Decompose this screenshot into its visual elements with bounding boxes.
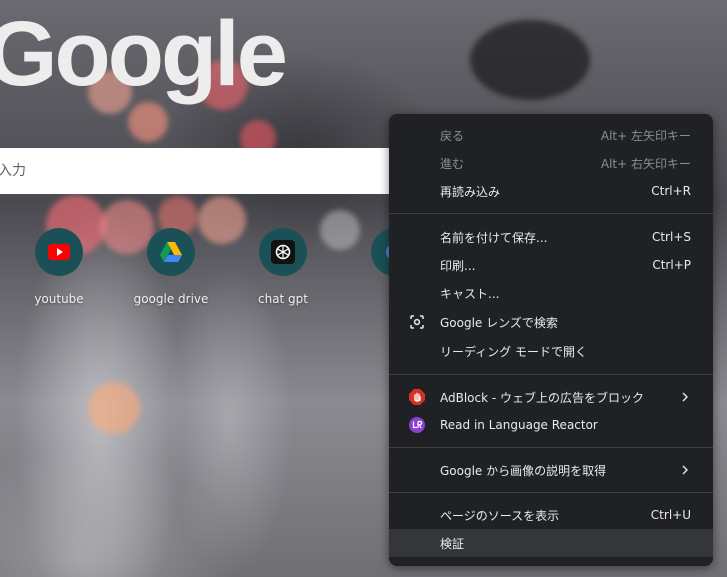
shortcut-google-drive[interactable]: google drive [116, 228, 226, 306]
menu-item-image-descriptions[interactable]: Google から画像の説明を取得 [389, 456, 713, 484]
google-drive-icon [160, 242, 182, 262]
menu-separator [389, 213, 713, 214]
menu-item-back[interactable]: 戻る Alt+ 左矢印キー [389, 121, 713, 149]
menu-item-label: AdBlock - ウェブ上の広告をブロック [440, 390, 645, 405]
menu-item-label: 検証 [440, 536, 465, 551]
menu-item-language-reactor[interactable]: Read in Language Reactor [389, 411, 713, 439]
search-box[interactable] [0, 148, 400, 194]
menu-item-label: ページのソースを表示 [440, 508, 560, 523]
adblock-hand-icon [409, 389, 425, 405]
menu-item-label: Google から画像の説明を取得 [440, 463, 607, 478]
shortcut-label: chat gpt [257, 292, 308, 306]
shortcut-tile [259, 228, 307, 276]
menu-item-print[interactable]: 印刷... Ctrl+P [389, 251, 713, 279]
menu-item-reading-mode[interactable]: リーディング モードで開く [389, 337, 713, 365]
menu-item-forward[interactable]: 進む Alt+ 右矢印キー [389, 149, 713, 177]
bokeh-light [128, 102, 168, 142]
shortcut-tile [35, 228, 83, 276]
menu-item-label: キャスト... [440, 286, 500, 301]
context-menu: 戻る Alt+ 左矢印キー 進む Alt+ 右矢印キー 再読み込み Ctrl+R… [389, 114, 713, 566]
menu-item-cast[interactable]: キャスト... [389, 279, 713, 307]
menu-item-label: Read in Language Reactor [440, 418, 598, 432]
menu-item-shortcut: Alt+ 右矢印キー [600, 156, 691, 171]
chevron-right-icon [682, 392, 688, 402]
menu-separator [389, 447, 713, 448]
menu-item-save-as[interactable]: 名前を付けて保存... Ctrl+S [389, 223, 713, 251]
language-reactor-icon [409, 417, 425, 433]
menu-item-label: 戻る [440, 128, 465, 143]
shortcut-label: google drive [133, 292, 209, 306]
chatgpt-icon [271, 240, 295, 264]
menu-item-view-source[interactable]: ページのソースを表示 Ctrl+U [389, 501, 713, 529]
menu-item-shortcut: Ctrl+U [650, 508, 691, 522]
bokeh-light [88, 382, 140, 434]
menu-item-shortcut: Alt+ 左矢印キー [600, 128, 691, 143]
shortcut-chatgpt[interactable]: chat gpt [228, 228, 338, 306]
new-tab-page: Google youtube google drive [0, 0, 727, 577]
google-logo: Google [0, 3, 288, 105]
menu-item-label: 進む [440, 156, 465, 171]
menu-separator [389, 492, 713, 493]
shortcut-youtube[interactable]: youtube [4, 228, 114, 306]
google-lens-icon [410, 315, 424, 329]
menu-item-label: 印刷... [440, 258, 476, 273]
search-input[interactable] [0, 148, 378, 194]
bokeh-light [470, 20, 590, 100]
shortcut-tile [147, 228, 195, 276]
menu-item-label: 再読み込み [440, 184, 501, 199]
menu-item-google-lens[interactable]: Google レンズで検索 [389, 308, 713, 336]
youtube-icon [48, 244, 70, 260]
chevron-right-icon [682, 465, 688, 475]
menu-item-reload[interactable]: 再読み込み Ctrl+R [389, 177, 713, 205]
menu-item-label: 名前を付けて保存... [440, 230, 548, 245]
menu-item-shortcut: Ctrl+P [652, 258, 691, 272]
menu-item-shortcut: Ctrl+S [651, 230, 691, 244]
menu-item-adblock[interactable]: AdBlock - ウェブ上の広告をブロック [389, 383, 713, 411]
menu-item-shortcut: Ctrl+R [651, 184, 691, 198]
menu-item-inspect[interactable]: 検証 [389, 529, 713, 557]
menu-item-label: Google レンズで検索 [440, 315, 558, 330]
menu-item-label: リーディング モードで開く [440, 344, 587, 359]
shortcut-label: youtube [34, 292, 84, 306]
menu-separator [389, 374, 713, 375]
